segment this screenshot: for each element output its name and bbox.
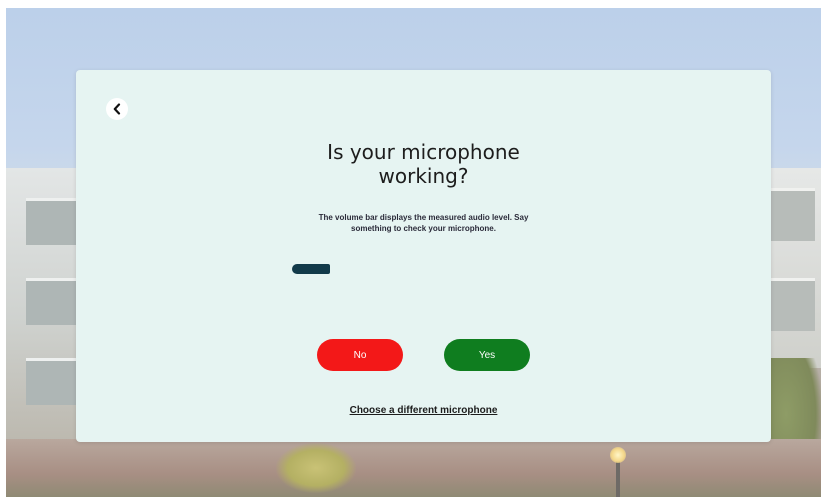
back-button[interactable] — [106, 98, 128, 120]
dialog-title-line: working? — [378, 164, 469, 188]
volume-meter — [292, 264, 492, 274]
no-button[interactable]: No — [317, 339, 403, 371]
dialog-description-line: something to check your microphone. — [351, 224, 496, 233]
volume-level-bar — [292, 264, 330, 274]
alt-link-container: Choose a different microphone — [76, 405, 771, 416]
background-lamp-light — [610, 447, 626, 463]
background-ground — [6, 439, 821, 497]
dialog-description-line: The volume bar displays the measured aud… — [318, 213, 529, 222]
dialog-title-line: Is your microphone — [327, 140, 520, 164]
app-viewport: Is your microphone working? The volume b… — [6, 8, 821, 497]
chevron-left-icon — [112, 103, 122, 115]
yes-button[interactable]: Yes — [444, 339, 530, 371]
dialog-title: Is your microphone working? — [76, 140, 771, 188]
microphone-check-dialog: Is your microphone working? The volume b… — [76, 70, 771, 442]
choose-different-microphone-link[interactable]: Choose a different microphone — [350, 405, 498, 416]
dialog-description: The volume bar displays the measured aud… — [76, 212, 771, 234]
background-tree — [276, 443, 356, 493]
background-window — [767, 278, 815, 331]
background-window — [767, 188, 815, 241]
